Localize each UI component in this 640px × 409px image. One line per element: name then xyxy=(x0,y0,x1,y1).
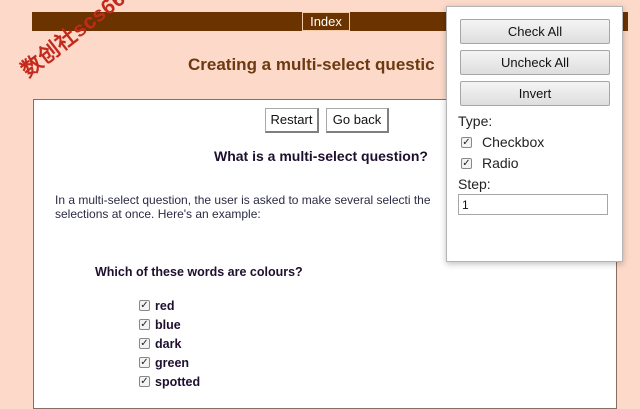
uncheck-all-button[interactable]: Uncheck All xyxy=(460,50,610,75)
check-all-button[interactable]: Check All xyxy=(460,19,610,44)
checkbox-type-checkbox[interactable]: ✓ xyxy=(461,136,472,148)
step-input[interactable] xyxy=(458,194,608,215)
extension-popup: Check All Uncheck All Invert Type: ✓ Che… xyxy=(446,6,623,262)
invert-button[interactable]: Invert xyxy=(460,81,610,106)
page-title: Creating a multi-select questic xyxy=(188,55,435,74)
option-label: blue xyxy=(155,317,181,332)
option-checkbox[interactable]: ✓ xyxy=(139,300,150,311)
option-checkbox[interactable]: ✓ xyxy=(139,357,150,368)
list-item: ✓ red xyxy=(139,296,200,315)
index-button[interactable]: Index xyxy=(302,12,350,31)
list-item: ✓ dark xyxy=(139,334,200,353)
option-checkbox[interactable]: ✓ xyxy=(139,376,150,387)
checkbox-type-row: ✓ Checkbox xyxy=(461,134,544,150)
question-text: Which of these words are colours? xyxy=(95,265,303,279)
option-checkbox[interactable]: ✓ xyxy=(139,319,150,330)
radio-type-row: ✓ Radio xyxy=(461,155,519,171)
intro-text: In a multi-select question, the user is … xyxy=(55,193,431,221)
section-heading: What is a multi-select question? xyxy=(214,148,428,164)
list-item: ✓ green xyxy=(139,353,200,372)
checkbox-type-label: Checkbox xyxy=(482,134,545,150)
radio-type-label: Radio xyxy=(482,155,519,171)
option-label: spotted xyxy=(155,374,201,389)
go-back-button[interactable]: Go back xyxy=(326,108,389,133)
step-label: Step: xyxy=(458,176,491,192)
list-item: ✓ blue xyxy=(139,315,200,334)
restart-button[interactable]: Restart xyxy=(265,108,319,133)
list-item: ✓ spotted xyxy=(139,372,200,391)
option-label: green xyxy=(155,355,190,370)
option-checkbox[interactable]: ✓ xyxy=(139,338,150,349)
type-label: Type: xyxy=(458,113,493,129)
option-label: dark xyxy=(155,336,182,351)
options-list: ✓ red ✓ blue ✓ dark ✓ green ✓ spotted xyxy=(139,296,200,391)
option-label: red xyxy=(155,298,175,313)
radio-type-checkbox[interactable]: ✓ xyxy=(461,157,472,169)
